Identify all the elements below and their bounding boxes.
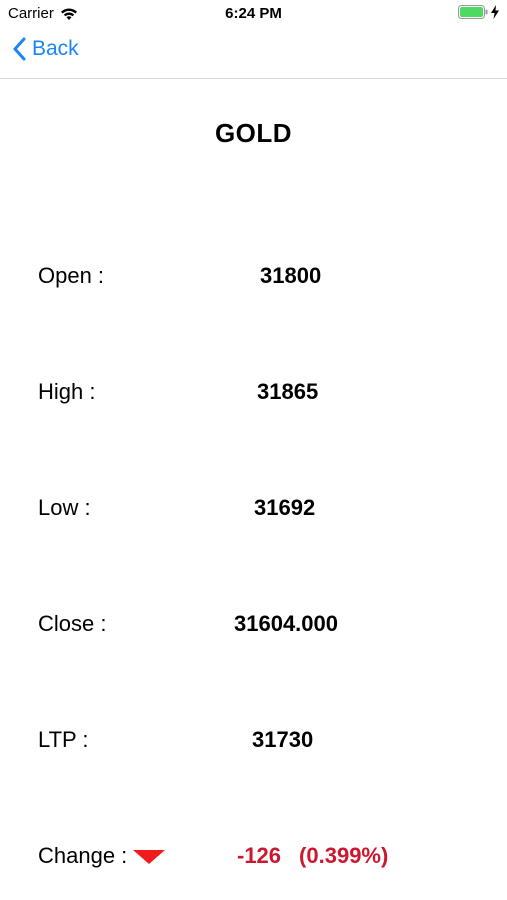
- change-label-group: Change :: [38, 839, 166, 873]
- change-value-group: -126 (0.399%): [237, 839, 388, 873]
- ltp-label: LTP :: [38, 727, 89, 752]
- low-value: 31692: [254, 495, 316, 520]
- open-label: Open :: [38, 263, 105, 288]
- down-arrow-icon: [133, 850, 166, 864]
- ltp-row: LTP : 31730: [0, 723, 507, 757]
- status-bar: Carrier 6:24 PM: [0, 0, 507, 28]
- open-value: 31800: [260, 263, 322, 288]
- change-value: -126: [237, 843, 282, 868]
- status-right: [458, 5, 499, 23]
- charging-icon: [491, 5, 499, 23]
- close-row: Close : 31604.000: [0, 607, 507, 641]
- change-percent: (0.399%): [299, 843, 389, 868]
- ltp-value: 31730: [252, 727, 314, 752]
- low-label: Low :: [38, 495, 91, 520]
- back-button[interactable]: Back: [12, 37, 79, 61]
- open-row: Open : 31800: [0, 259, 507, 293]
- low-row: Low : 31692: [0, 491, 507, 525]
- close-value: 31604.000: [234, 611, 338, 636]
- high-label: High :: [38, 379, 96, 404]
- change-label: Change :: [38, 843, 128, 868]
- change-row: Change : -126 (0.399%): [0, 839, 507, 873]
- page-title: GOLD: [214, 118, 293, 148]
- chevron-left-icon: [12, 37, 26, 61]
- battery-icon: [458, 5, 488, 23]
- high-row: High : 31865: [0, 375, 507, 409]
- close-label: Close :: [38, 611, 107, 636]
- status-time: 6:24 PM: [225, 5, 282, 22]
- navigation-bar: Back: [0, 28, 507, 79]
- back-label: Back: [32, 37, 79, 60]
- high-value: 31865: [257, 379, 319, 404]
